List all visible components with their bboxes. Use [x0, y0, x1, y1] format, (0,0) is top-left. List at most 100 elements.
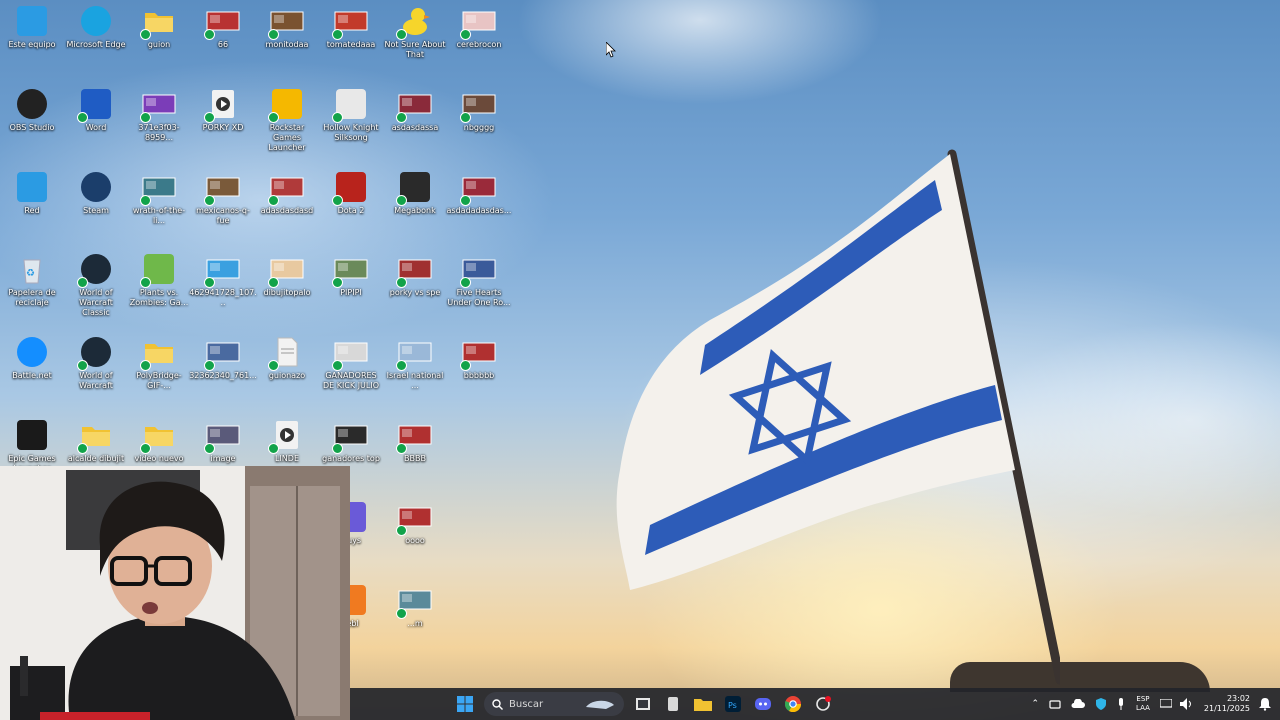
- desktop-icon[interactable]: PolyBridge-GIF-...: [127, 335, 191, 391]
- sync-check-icon: [77, 277, 88, 288]
- microphone-icon[interactable]: [1117, 698, 1125, 710]
- desktop-icon[interactable]: Israel national ...: [383, 335, 447, 391]
- taskbar-search-box[interactable]: Buscar: [484, 692, 624, 716]
- taskbar-chrome[interactable]: [779, 690, 807, 718]
- svg-text:♻: ♻: [26, 268, 35, 279]
- language-indicator[interactable]: ESP LAA: [1136, 695, 1150, 713]
- windows-start-icon: [457, 696, 473, 712]
- desktop-icon[interactable]: ...m: [383, 583, 447, 629]
- desktop-icon[interactable]: tomatedaaa: [319, 4, 383, 50]
- sync-check-icon: [204, 360, 215, 371]
- desktop-icon[interactable]: asdasdassa: [383, 87, 447, 133]
- desktop-icon[interactable]: asdadadasdas...: [447, 170, 511, 216]
- desktop-icon-label: wrath-of-the-li...: [132, 206, 186, 225]
- desktop-icon[interactable]: 66: [191, 4, 255, 50]
- desktop-icon[interactable]: adasdasdasd: [255, 170, 319, 216]
- sync-check-icon: [396, 360, 407, 371]
- sync-check-icon: [332, 443, 343, 454]
- desktop-icon-label: PolyBridge-GIF-...: [136, 371, 182, 390]
- sync-check-icon: [460, 360, 471, 371]
- desktop-icon-label: dibujitopalo: [263, 288, 311, 297]
- desktop-icon-label: Papelera de reciclaje: [8, 288, 56, 307]
- chrome-icon: [785, 696, 801, 712]
- desktop-icon-label: Red: [24, 206, 40, 215]
- desktop-icon[interactable]: alcalde dibujit: [64, 418, 128, 464]
- desktop-icon-label: bbbbbb: [463, 371, 495, 380]
- desktop-icon[interactable]: ♻ Papelera de reciclaje: [0, 252, 64, 308]
- desktop-icon-label: OBS Studio: [9, 123, 55, 132]
- desktop-icon[interactable]: Megabonk: [383, 170, 447, 216]
- taskbar-photoshop[interactable]: Ps: [719, 690, 747, 718]
- sync-check-icon: [77, 112, 88, 123]
- computer-icon: [15, 4, 49, 38]
- desktop-icon[interactable]: OBS Studio: [0, 87, 64, 133]
- desktop-icon[interactable]: cerebrocon: [447, 4, 511, 50]
- sync-check-icon: [332, 29, 343, 40]
- desktop-icon-label: Este equipo: [8, 40, 56, 49]
- chevron-up-icon[interactable]: ⌃: [1032, 699, 1040, 709]
- desktop-icon[interactable]: Dota 2: [319, 170, 383, 216]
- sync-check-icon: [332, 360, 343, 371]
- search-highlight-icon: [586, 700, 614, 709]
- desktop-icon[interactable]: porky vs spe: [383, 252, 447, 298]
- cloud-icon[interactable]: [1071, 699, 1085, 709]
- taskbar-file-explorer[interactable]: [689, 690, 717, 718]
- desktop-icon[interactable]: Five Hearts Under One Ro...: [447, 252, 511, 308]
- sync-check-icon: [204, 195, 215, 206]
- taskbar-discord[interactable]: [749, 690, 777, 718]
- desktop-icon[interactable]: Hollow Knight Silksong: [319, 87, 383, 143]
- desktop-icon[interactable]: Steam: [64, 170, 128, 216]
- task-view-button[interactable]: [629, 690, 657, 718]
- desktop-icon[interactable]: Rockstar Games Launcher: [255, 87, 319, 153]
- desktop-icon[interactable]: ganadores top: [319, 418, 383, 464]
- duck-icon: [396, 4, 432, 40]
- desktop-icon[interactable]: oooo: [383, 500, 447, 546]
- desktop-icon[interactable]: PORKY XD: [191, 87, 255, 133]
- desktop-icon[interactable]: image: [191, 418, 255, 464]
- desktop-icon[interactable]: Microsoft Edge: [64, 4, 128, 50]
- desktop-icon-label: GANADORES DE KICK JULIO: [322, 371, 380, 390]
- taskbar: Buscar Ps ⌃ ESP LAA 23:02 21/11/2025: [350, 688, 1280, 720]
- desktop-icon[interactable]: Plants vs. Zombies: Ga...: [127, 252, 191, 308]
- desktop-icon[interactable]: monitodaa: [255, 4, 319, 50]
- system-tray: ⌃ ESP LAA 23:02 21/11/2025: [1027, 688, 1280, 720]
- notification-bell-icon[interactable]: [1258, 697, 1272, 711]
- desktop-icon-label: alcalde dibujit: [67, 454, 125, 463]
- sync-icon[interactable]: [1049, 698, 1061, 710]
- desktop-icon[interactable]: Battle.net: [0, 335, 64, 381]
- desktop-icon[interactable]: bbbbbb: [447, 335, 511, 381]
- video-play-icon: [204, 87, 240, 123]
- desktop-icon[interactable]: dibujitopalo: [255, 252, 319, 298]
- desktop-icon[interactable]: World of Warcraft: [64, 335, 128, 391]
- network-icon: [15, 170, 49, 204]
- desktop-icon[interactable]: Word: [64, 87, 128, 133]
- taskbar-app-notify[interactable]: [809, 690, 837, 718]
- desktop-icon-label: Not Sure About That: [384, 40, 446, 59]
- desktop-icon[interactable]: World of Warcraft Classic: [64, 252, 128, 318]
- desktop-icon[interactable]: BBBB: [383, 418, 447, 464]
- desktop-icon[interactable]: 32362340_761...: [189, 335, 257, 381]
- sync-check-icon: [460, 112, 471, 123]
- taskbar-app-unknown[interactable]: [659, 690, 687, 718]
- desktop-icon[interactable]: Este equipo: [0, 4, 64, 50]
- desktop-icon[interactable]: PIPIPI: [319, 252, 383, 298]
- desktop-icon[interactable]: Red: [0, 170, 64, 216]
- desktop-icon[interactable]: mexicanos-q-fue: [191, 170, 255, 226]
- desktop-icon[interactable]: LINDE: [255, 418, 319, 464]
- desktop-icon[interactable]: 371e3f03-8959...: [127, 87, 191, 143]
- defender-icon[interactable]: [1095, 698, 1107, 710]
- desktop-icon[interactable]: guion: [127, 4, 191, 50]
- taskbar-clock[interactable]: 23:02 21/11/2025: [1204, 694, 1250, 714]
- desktop-icon[interactable]: 462941728_107...: [189, 252, 257, 308]
- desktop-icon[interactable]: guionazo: [255, 335, 319, 381]
- desktop-icon[interactable]: wrath-of-the-li...: [127, 170, 191, 226]
- start-button[interactable]: [451, 690, 479, 718]
- desktop-icon-label: LINDE: [274, 454, 299, 463]
- desktop-icon[interactable]: nbgggg: [447, 87, 511, 133]
- desktop-icon[interactable]: GANADORES DE KICK JULIO: [319, 335, 383, 391]
- desktop-icon[interactable]: Not Sure About That: [383, 4, 447, 60]
- desktop-icon[interactable]: video nuevo: [127, 418, 191, 464]
- volume-icon[interactable]: [1179, 698, 1194, 710]
- desktop-icon-label: asdasdassa: [391, 123, 439, 132]
- network-icon[interactable]: [1159, 699, 1172, 709]
